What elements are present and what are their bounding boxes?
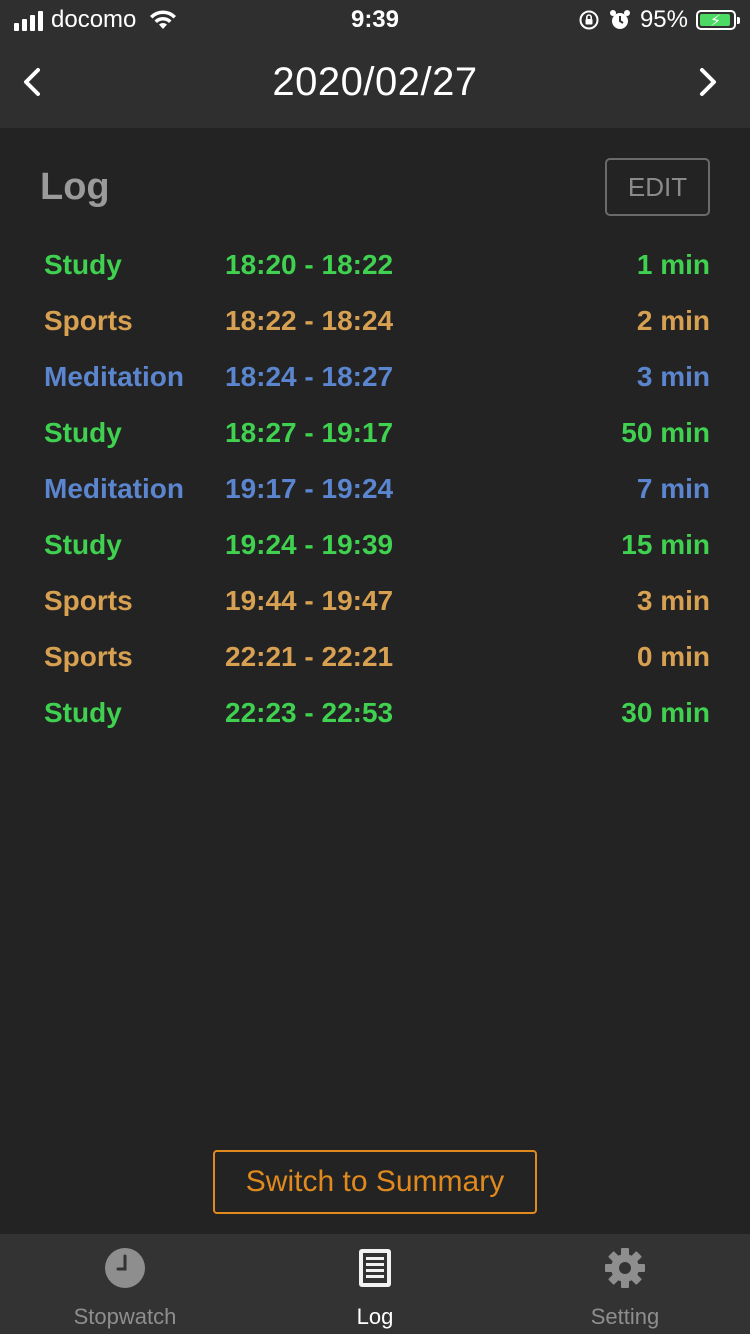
log-entry-duration: 0 min <box>636 641 710 672</box>
log-entry-activity: Study <box>44 417 122 448</box>
date-title: 2020/02/27 <box>272 60 478 104</box>
charging-bolt-icon: ⚡ <box>710 13 722 30</box>
log-entry-time-range: 19:24 - 19:39 <box>225 529 394 560</box>
tab-label-log: Log <box>356 1304 394 1329</box>
status-bar: docomo 9:39 95% ⚡ <box>0 0 750 40</box>
clock-icon <box>105 1248 145 1288</box>
tab-bar: Stopwatch Log Setting <box>0 1234 750 1334</box>
alarm-clock-icon <box>609 10 630 29</box>
battery-icon: ⚡ <box>696 10 740 30</box>
tab-log[interactable]: Log <box>250 1234 500 1334</box>
log-entry-duration: 7 min <box>636 473 710 504</box>
log-entry-row[interactable]: Study 18:27 - 19:17 50 min <box>44 405 710 461</box>
log-entry-activity: Study <box>44 697 122 728</box>
tab-stopwatch[interactable]: Stopwatch <box>0 1234 250 1334</box>
log-entry-activity: Sports <box>44 585 133 616</box>
battery-tip <box>737 17 740 24</box>
switch-to-summary-button[interactable]: Switch to Summary <box>213 1150 537 1214</box>
log-entry-time-range: 22:23 - 22:53 <box>225 697 394 728</box>
log-entry-row[interactable]: Study 19:24 - 19:39 15 min <box>44 517 710 573</box>
log-entry-activity: Meditation <box>44 473 184 504</box>
document-list-icon <box>359 1249 391 1287</box>
log-entry-duration: 3 min <box>636 361 710 392</box>
log-entry-row[interactable]: Meditation 19:17 - 19:24 7 min <box>44 461 710 517</box>
log-entry-activity: Meditation <box>44 361 184 392</box>
date-navigation-header: 2020/02/27 <box>0 40 750 128</box>
log-entry-row[interactable]: Sports 19:44 - 19:47 3 min <box>44 573 710 629</box>
log-entry-duration: 2 min <box>636 305 710 336</box>
tab-label-stopwatch: Stopwatch <box>73 1304 177 1329</box>
log-entry-row[interactable]: Sports 18:22 - 18:24 2 min <box>44 293 710 349</box>
log-entry-time-range: 18:20 - 18:22 <box>225 249 394 280</box>
log-entry-activity: Study <box>44 249 122 280</box>
log-screen: docomo 9:39 95% ⚡ 2020/02/27 Log EDIT St… <box>0 0 750 1334</box>
rotation-lock-icon <box>579 10 599 30</box>
log-entry-duration: 3 min <box>636 585 710 616</box>
gear-icon <box>605 1248 645 1288</box>
log-entry-duration: 50 min <box>621 417 710 448</box>
log-entry-duration: 30 min <box>621 697 710 728</box>
log-entry-time-range: 18:24 - 18:27 <box>225 361 394 392</box>
log-entry-time-range: 18:27 - 19:17 <box>225 417 394 448</box>
log-entry-activity: Sports <box>44 641 133 672</box>
log-list: Study 18:20 - 18:22 1 min Sports 18:22 - 18:… <box>44 237 710 741</box>
log-entry-activity: Study <box>44 529 122 560</box>
log-entry-row[interactable]: Study 22:23 - 22:53 30 min <box>44 685 710 741</box>
log-entry-activity: Sports <box>44 305 133 336</box>
chevron-right-icon[interactable] <box>688 60 728 104</box>
log-entry-time-range: 18:22 - 18:24 <box>225 305 394 336</box>
log-entry-time-range: 19:17 - 19:24 <box>225 473 394 504</box>
status-right: 95% ⚡ <box>578 6 740 34</box>
log-entry-row[interactable]: Sports 22:21 - 22:21 0 min <box>44 629 710 685</box>
log-entry-duration: 1 min <box>636 249 710 280</box>
battery-percent: 95% <box>639 6 688 33</box>
log-section-title: Log <box>40 166 110 208</box>
tab-label-setting: Setting <box>590 1304 660 1329</box>
log-entry-duration: 15 min <box>621 529 710 560</box>
log-entry-time-range: 19:44 - 19:47 <box>225 585 394 616</box>
log-entry-time-range: 22:21 - 22:21 <box>225 641 394 672</box>
log-entry-row[interactable]: Study 18:20 - 18:22 1 min <box>44 237 710 293</box>
edit-button[interactable]: EDIT <box>605 158 710 216</box>
log-entry-row[interactable]: Meditation 18:24 - 18:27 3 min <box>44 349 710 405</box>
tab-setting[interactable]: Setting <box>500 1234 750 1334</box>
